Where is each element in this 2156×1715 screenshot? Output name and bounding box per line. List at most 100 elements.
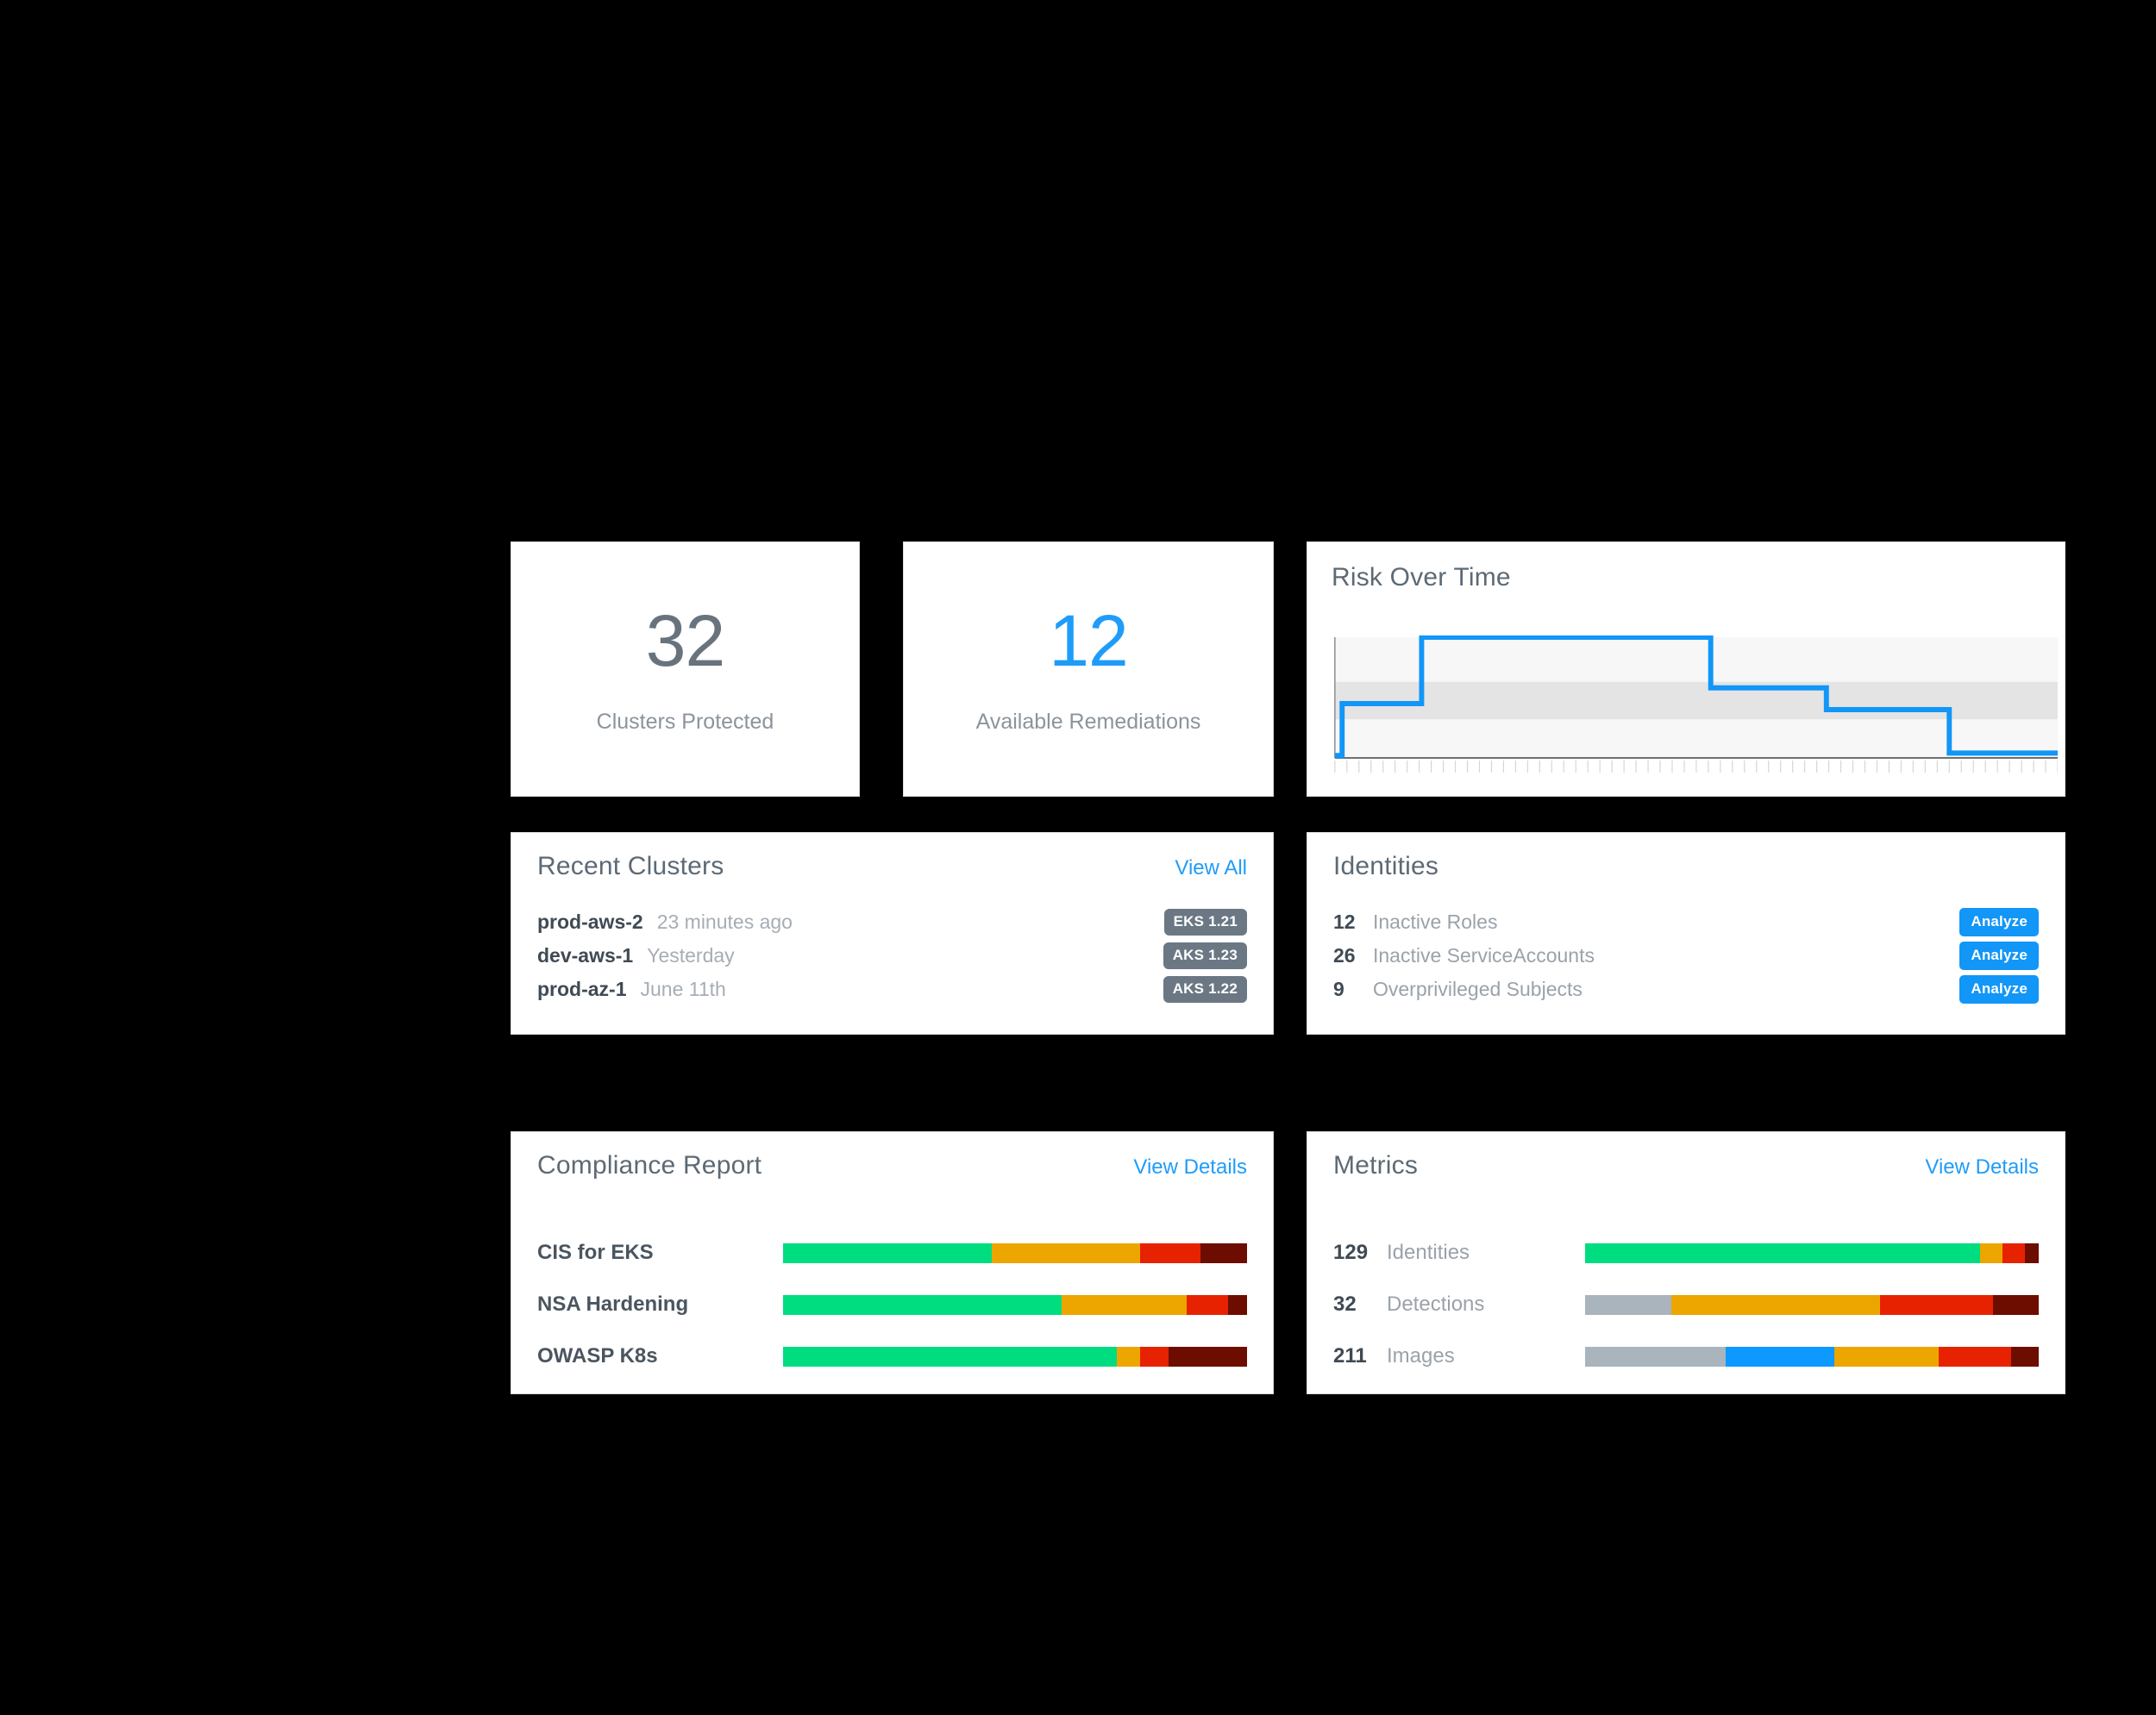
cluster-timestamp: Yesterday (647, 944, 735, 967)
stacked-bar-segment-info (1726, 1346, 1835, 1367)
stacked-bar-segment-healthy (1585, 1242, 1980, 1263)
kpi-card-clusters-protected: 32 Clusters Protected (511, 541, 860, 797)
metric-label: Detections (1387, 1293, 1485, 1316)
stacked-bar-segment-pass (783, 1294, 1062, 1315)
identity-count: 9 (1333, 978, 1344, 1000)
compliance-report-header: Compliance Report View Details (537, 1151, 1247, 1180)
risk-over-time-card: Risk Over Time (1307, 541, 2065, 797)
identities-list: 12 Inactive Roles Analyze 26 Inactive Servic… (1333, 905, 2039, 1006)
stacked-bar-segment-critical (1228, 1294, 1247, 1315)
bar-row: CIS for EKS (537, 1227, 1247, 1279)
stacked-bar-segment-warning (1117, 1346, 1141, 1367)
metric-label: Images (1387, 1344, 1455, 1368)
dashboard-canvas: 32 Clusters Protected 12 Available Remed… (0, 0, 2156, 1715)
analyze-button[interactable]: Analyze (1959, 942, 2039, 970)
stacked-bar-segment-unknown (1585, 1294, 1671, 1315)
metric-count: 211 (1333, 1344, 1367, 1368)
metric-count: 32 (1333, 1293, 1357, 1316)
recent-clusters-list: prod-aws-2 23 minutes ago EKS 1.21 dev-aws-… (537, 905, 1247, 1006)
bar-row: OWASP K8s (537, 1330, 1247, 1382)
compliance-report-view-details-link[interactable]: View Details (1133, 1155, 1247, 1180)
kpi-value-clusters-protected: 32 (645, 599, 725, 681)
identity-count: 26 (1333, 944, 1356, 967)
list-item: 26 Inactive ServiceAccounts Analyze (1333, 939, 2039, 973)
cluster-timestamp: 23 minutes ago (656, 911, 793, 933)
stacked-bar-segment-critical (2025, 1242, 2039, 1263)
stacked-bar-segment-fail (1187, 1294, 1229, 1315)
stacked-bar-segment-critical (2011, 1346, 2039, 1367)
stacked-bar-segment-fail (1879, 1294, 1994, 1315)
compliance-report-title: Compliance Report (537, 1151, 762, 1180)
bar-row: 211 Images (1333, 1330, 2039, 1382)
cluster-version-badge: AKS 1.22 (1163, 976, 1247, 1003)
stacked-bar-segment-warning (1061, 1294, 1188, 1315)
stacked-bar-track (783, 1346, 1247, 1367)
stacked-bar-segment-fail (1939, 1346, 2012, 1367)
bar-row: 129 Identities (1333, 1227, 2039, 1279)
stacked-bar-segment-critical (1993, 1294, 2039, 1315)
stacked-bar-segment-fail (1140, 1242, 1201, 1263)
bar-row-label: CIS for EKS (537, 1241, 654, 1264)
table-row[interactable]: dev-aws-1 Yesterday AKS 1.23 (537, 939, 1247, 973)
identity-label: Inactive ServiceAccounts (1373, 944, 1595, 967)
stacked-bar-track (1585, 1242, 2039, 1263)
cluster-timestamp: June 11th (640, 978, 726, 1000)
kpi-card-available-remediations: 12 Available Remediations (903, 541, 1274, 797)
recent-clusters-card: Recent Clusters View All prod-aws-2 23 mi… (511, 832, 1274, 1035)
identity-count: 12 (1333, 911, 1356, 933)
kpi-label-available-remediations: Available Remediations (975, 709, 1201, 734)
recent-clusters-title: Recent Clusters (537, 852, 724, 880)
cluster-name: dev-aws-1 (537, 944, 634, 967)
stacked-bar-segment-pass (783, 1346, 1118, 1367)
cluster-version-badge: EKS 1.21 (1163, 909, 1247, 936)
stacked-bar-segment-critical (1168, 1346, 1247, 1367)
risk-over-time-title: Risk Over Time (1332, 563, 1511, 591)
cluster-version-badge: AKS 1.23 (1163, 942, 1247, 969)
stacked-bar-track (1585, 1346, 2039, 1367)
table-row[interactable]: prod-az-1 June 11th AKS 1.22 (537, 973, 1247, 1006)
kpi-label-clusters-protected: Clusters Protected (596, 709, 774, 734)
cluster-name: prod-az-1 (537, 978, 627, 1000)
stacked-bar-track (783, 1242, 1247, 1263)
metrics-header: Metrics View Details (1333, 1151, 2039, 1180)
stacked-bar-segment-warning (992, 1242, 1141, 1263)
identities-card: Identities 12 Inactive Roles Analyze 26 Inac… (1307, 832, 2065, 1035)
recent-clusters-view-all-link[interactable]: View All (1175, 856, 1247, 880)
bar-row-label: OWASP K8s (537, 1344, 658, 1368)
stacked-bar-segment-warning (1670, 1294, 1880, 1315)
bar-row: NSA Hardening (537, 1279, 1247, 1330)
table-row[interactable]: prod-aws-2 23 minutes ago EKS 1.21 (537, 905, 1247, 939)
metrics-bar-list: 129 Identities 32 Detections 211 Images (1333, 1227, 2039, 1382)
cluster-name: prod-aws-2 (537, 911, 643, 933)
bar-row-label: 211 Images (1333, 1344, 1585, 1368)
risk-over-time-chart (1326, 635, 2058, 778)
analyze-button[interactable]: Analyze (1959, 975, 2039, 1004)
metrics-card: Metrics View Details 129 Identities 32 Dete… (1307, 1131, 2065, 1394)
stacked-bar-segment-pass (783, 1242, 993, 1263)
metrics-title: Metrics (1333, 1151, 1419, 1180)
analyze-button[interactable]: Analyze (1959, 908, 2039, 936)
metric-label: Identities (1387, 1241, 1470, 1264)
bar-row: 32 Detections (1333, 1279, 2039, 1330)
identities-header: Identities (1333, 852, 2039, 881)
identities-title: Identities (1333, 852, 1439, 880)
list-item: 9 Overprivileged Subjects Analyze (1333, 973, 2039, 1006)
metrics-view-details-link[interactable]: View Details (1925, 1155, 2039, 1180)
identity-label: Overprivileged Subjects (1373, 978, 1583, 1000)
list-item: 12 Inactive Roles Analyze (1333, 905, 2039, 939)
bar-row-label: 32 Detections (1333, 1293, 1585, 1317)
bar-row-label: 129 Identities (1333, 1241, 1585, 1265)
kpi-value-available-remediations: 12 (1049, 599, 1128, 681)
compliance-report-card: Compliance Report View Details CIS for E… (511, 1131, 1274, 1394)
stacked-bar-segment-fail (2002, 1242, 2026, 1263)
metric-count: 129 (1333, 1241, 1369, 1264)
risk-over-time-svg (1334, 635, 2058, 773)
bar-row-label: NSA Hardening (537, 1293, 689, 1316)
stacked-bar-segment-warning (1834, 1346, 1940, 1367)
stacked-bar-segment-warning (1979, 1242, 2002, 1263)
recent-clusters-header: Recent Clusters View All (537, 852, 1247, 881)
identity-label: Inactive Roles (1373, 911, 1498, 933)
stacked-bar-track (783, 1294, 1247, 1315)
stacked-bar-track (1585, 1294, 2039, 1315)
stacked-bar-segment-fail (1140, 1346, 1169, 1367)
